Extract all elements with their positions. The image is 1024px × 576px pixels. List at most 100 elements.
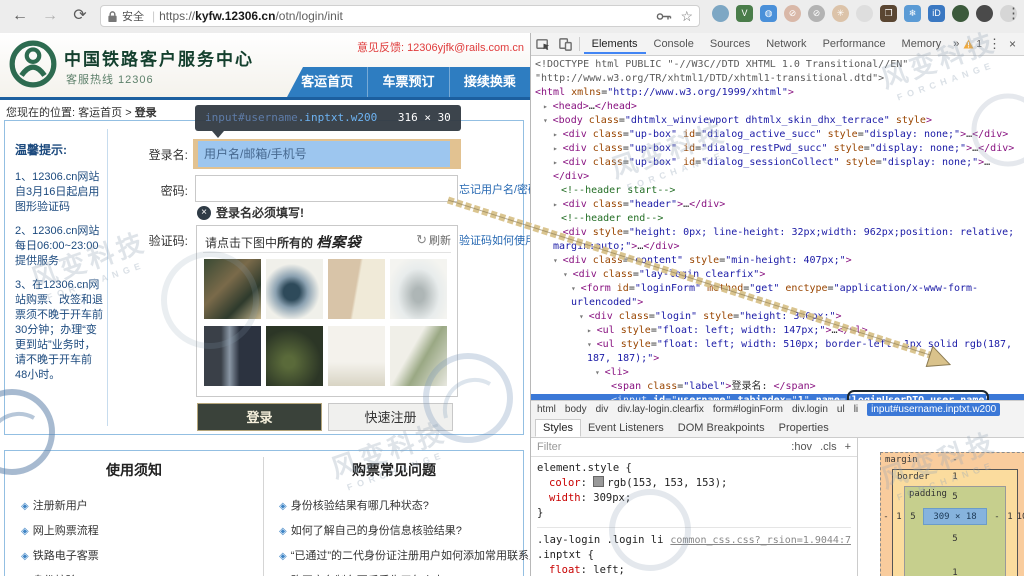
dom-node-line[interactable]: ▸ <ul style="float: left; width: 147px;"… [531, 324, 1024, 338]
login-button[interactable]: 登录 [197, 403, 322, 431]
add-rule-button[interactable]: + [845, 441, 851, 453]
nav-tab-客运首页[interactable]: 客运首页 [287, 67, 367, 97]
breadcrumb-node[interactable]: ul [837, 404, 845, 415]
tab-memory[interactable]: Memory [894, 35, 950, 54]
feedback-email[interactable]: 意见反馈: 12306yjfk@rails.com.cn [357, 39, 524, 55]
tab-performance[interactable]: Performance [815, 35, 894, 54]
sidebar-tab-properties[interactable]: Properties [772, 420, 836, 436]
bookmark-star-icon[interactable]: ☆ [680, 8, 693, 25]
dom-node-line[interactable]: <!DOCTYPE html PUBLIC "-//W3C//DTD XHTML… [531, 58, 1024, 72]
captcha-tile-6[interactable] [266, 326, 323, 386]
breadcrumb-node[interactable]: div.login [792, 404, 828, 415]
css-rule-line[interactable]: float: left; [537, 563, 851, 576]
extension-icon[interactable]: ❐ [880, 5, 897, 22]
stylesheet-link[interactable]: common_css.css?_rsion=1.9044:7 [670, 533, 851, 548]
css-rule-line[interactable]: color: rgb(153, 153, 153); [537, 476, 851, 491]
sidebar-tab-dom-breakpoints[interactable]: DOM Breakpoints [671, 420, 772, 436]
captcha-tile-1[interactable] [204, 259, 261, 319]
captcha-tile-4[interactable] [390, 259, 447, 319]
dom-node-line[interactable]: ▸ <div class="up-box" id="dialog_session… [531, 156, 1024, 184]
tab-console[interactable]: Console [646, 35, 702, 54]
extension-icon[interactable]: iD [928, 5, 945, 22]
extension-icon[interactable] [856, 5, 873, 22]
address-bar[interactable]: 安全 | https://kyfw.12306.cn/otn/login/ini… [100, 5, 700, 27]
breadcrumb-home[interactable]: 客运首页 [78, 107, 122, 119]
list-item[interactable]: ◈ 注册新用户 [21, 497, 99, 513]
dom-node-line[interactable]: ▸ <div style="height: 0px; line-height: … [531, 226, 1024, 254]
cls-toggle[interactable]: .cls [820, 441, 837, 453]
extension-icon[interactable] [952, 5, 969, 22]
captcha-tile-2[interactable] [266, 259, 323, 319]
forgot-password-link[interactable]: 忘记用户名/密码? [459, 181, 530, 197]
sidebar-tab-event-listeners[interactable]: Event Listeners [581, 420, 671, 436]
css-rule-line[interactable]: .inptxt { [537, 548, 851, 563]
extension-icon[interactable] [976, 5, 993, 22]
dom-node-line[interactable]: ▾ <body class="dhtmlx_winviewport dhtmlx… [531, 114, 1024, 128]
list-item[interactable]: ◈ 网上购票流程 [21, 522, 99, 538]
dom-node-line[interactable]: ▾ <form id="loginForm" method="get" enct… [531, 282, 1024, 310]
extension-icon[interactable]: ✳ [832, 5, 849, 22]
color-swatch[interactable] [593, 476, 605, 487]
captcha-tile-5[interactable] [204, 326, 261, 386]
key-icon[interactable] [656, 12, 672, 21]
extension-icon[interactable]: ⊘ [784, 5, 801, 22]
inspect-element-icon[interactable] [535, 36, 553, 52]
extension-icon[interactable] [712, 5, 729, 22]
nav-tab-车票预订[interactable]: 车票预订 [367, 67, 448, 97]
list-item[interactable]: ◈ 身份核验结果有哪几种状态? [279, 497, 530, 513]
tab-network[interactable]: Network [758, 35, 814, 54]
list-item[interactable]: ◈ 铁路电子客票 [21, 547, 99, 563]
list-item[interactable]: ◈购买实名制车票后丢失了怎么办? [279, 572, 530, 576]
breadcrumb-node[interactable]: div [596, 404, 609, 415]
dom-node-line[interactable]: "http://www.w3.org/TR/xhtml1/DTD/xhtml1-… [531, 72, 1024, 86]
nav-tab-接续换乘[interactable]: 接续换乘 [448, 67, 530, 97]
device-toolbar-icon[interactable] [557, 36, 575, 52]
devtools-close-icon[interactable]: × [1007, 37, 1024, 51]
breadcrumb-node[interactable]: li [854, 404, 858, 415]
css-rule-line[interactable]: element.style { [537, 461, 851, 476]
breadcrumb-node[interactable]: form#loginForm [713, 404, 783, 415]
sidebar-tab-styles[interactable]: Styles [535, 418, 581, 437]
reload-button[interactable]: ⟳ [68, 4, 92, 28]
username-input-highlighted[interactable]: 用户名/邮箱/手机号 [193, 139, 461, 169]
captcha-tile-3[interactable] [328, 259, 385, 319]
quick-register-button[interactable]: 快速注册 [328, 403, 453, 431]
breadcrumb-node[interactable]: html [537, 404, 556, 415]
dom-node-line[interactable]: <!--header start--> [531, 184, 1024, 198]
extension-icon[interactable]: ⊘ [808, 5, 825, 22]
dom-node-line[interactable]: <!--header end--> [531, 212, 1024, 226]
captcha-help-link[interactable]: 验证码如何使用 [459, 232, 530, 248]
css-rule-line[interactable]: } [537, 506, 851, 521]
more-tabs-icon[interactable]: » [949, 38, 963, 50]
css-rule-line[interactable]: common_css.css?_rsion=1.9044:7 .lay-login… [537, 527, 851, 548]
dom-node-line[interactable]: ▸ <div class="header">…</div> [531, 198, 1024, 212]
breadcrumb-node[interactable]: body [565, 404, 587, 415]
css-rule-line[interactable]: width: 309px; [537, 491, 851, 506]
captcha-refresh-button[interactable]: ↻ 刷新 [416, 232, 451, 248]
dom-node-line[interactable]: ▾ <li> [531, 366, 1024, 380]
warning-badge[interactable]: 1 [963, 39, 982, 50]
dom-node-line[interactable]: ▾ <div class="content" style="min-height… [531, 254, 1024, 268]
password-input[interactable] [195, 175, 458, 202]
forward-button[interactable]: → [38, 4, 62, 28]
devtools-menu-icon[interactable]: ⋮ [982, 36, 1007, 52]
dom-node-line[interactable]: ▾ <ul style="float: left; width: 510px; … [531, 338, 1024, 366]
list-item[interactable]: ◈ “已通过”的二代身份证注册用户如何添加常用联系人 [279, 547, 530, 563]
captcha-tile-8[interactable] [390, 326, 447, 386]
hov-toggle[interactable]: :hov [791, 441, 812, 453]
extension-icon[interactable]: ◍ [760, 5, 777, 22]
breadcrumb-node[interactable]: div.lay-login.clearfix [617, 404, 704, 415]
breadcrumb-node-selected[interactable]: input#username.inptxt.w200 [867, 403, 1001, 416]
back-button[interactable]: ← [8, 4, 32, 28]
dom-node-line[interactable]: ▾ <div class="lay-login clearfix"> [531, 268, 1024, 282]
list-item[interactable]: ◈身份核验 [21, 572, 99, 576]
extension-icon[interactable]: V [736, 5, 753, 22]
dom-node-line[interactable]: <span class="label">登录名: </span> [531, 380, 1024, 394]
tab-elements[interactable]: Elements [583, 35, 646, 54]
dom-node-line[interactable]: ▸ <div class="up-box" id="dialog_active_… [531, 128, 1024, 142]
extension-icon[interactable]: ❄ [904, 5, 921, 22]
list-item[interactable]: ◈ 如何了解自己的身份信息核验结果? [279, 522, 530, 538]
captcha-tile-7[interactable] [328, 326, 385, 386]
tab-sources[interactable]: Sources [702, 35, 758, 54]
browser-menu-icon[interactable]: ⋮ [1006, 4, 1021, 22]
